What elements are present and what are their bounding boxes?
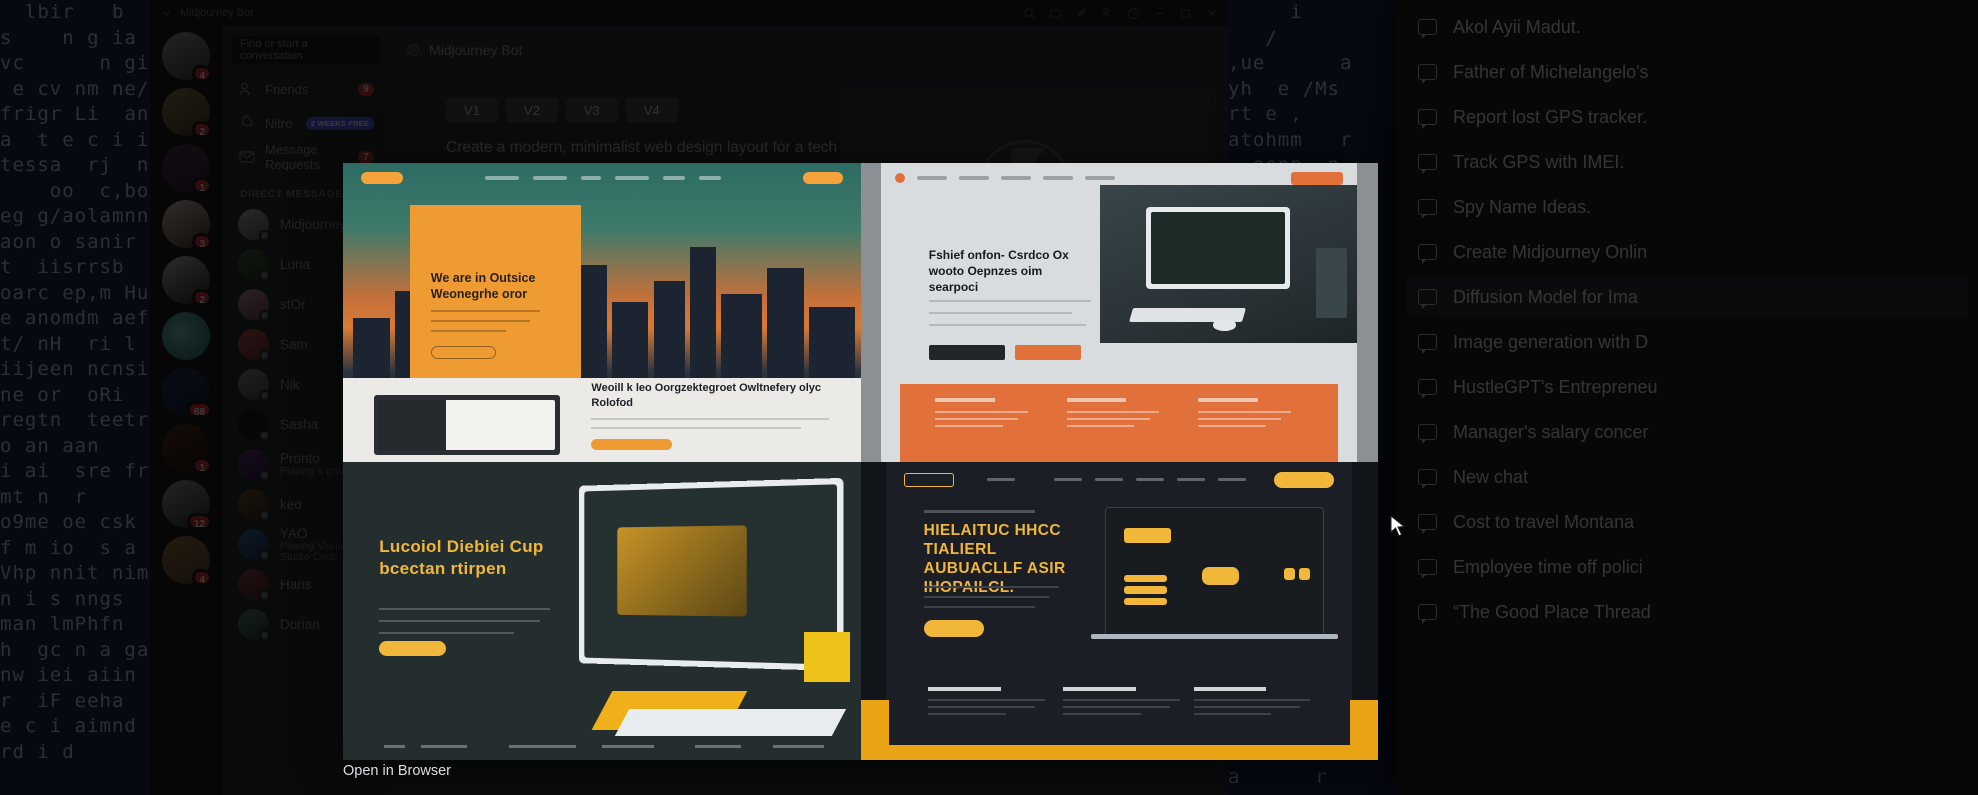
nav-link (1218, 477, 1247, 482)
nav-link (987, 477, 1016, 482)
lower-section: Weoill k leo Oorgzektegroet Owltnefery o… (343, 377, 861, 462)
hero-headline: Lucoiol Diebiei Cup bcectan rtirpen (379, 537, 544, 579)
feature-column (1193, 686, 1315, 720)
nav-link (662, 176, 685, 180)
hero-cta-button[interactable] (430, 345, 496, 359)
nav-link (959, 176, 990, 180)
nav-link (1095, 477, 1124, 482)
logo-icon (895, 173, 906, 183)
laptop-mockup (1105, 506, 1325, 638)
mouse-shape (1213, 319, 1237, 331)
mock-navbar (343, 171, 861, 185)
nav-cta-button[interactable] (1291, 171, 1344, 185)
lower-cta-button[interactable] (591, 438, 673, 450)
monitor-mockup (374, 394, 561, 455)
feature-column (928, 686, 1049, 720)
nav-link (1001, 176, 1032, 180)
accent-band-bottom (860, 745, 1378, 760)
nav-link (917, 176, 948, 180)
eyebrow-rule (923, 509, 1036, 513)
image-preview-grid[interactable]: We are in Outsice Weonegrhe oror Weoill … (343, 163, 1378, 760)
nav-link (1085, 176, 1116, 180)
hero-headline: Fshief onfon- Csrdco Ox wooto Oepnzes oi… (928, 247, 1069, 294)
feature-column (1063, 686, 1184, 720)
hero-headline: We are in Outsice Weonegrhe oror (430, 270, 536, 301)
nav-link (484, 176, 519, 180)
mouse-cursor (1390, 514, 1407, 544)
quad-top-left[interactable]: We are in Outsice Weonegrhe oror Weoill … (343, 163, 861, 462)
workstation-photo (1100, 185, 1358, 344)
logo-icon (361, 172, 403, 184)
accent-band-right (1349, 700, 1378, 749)
open-in-browser-link[interactable]: Open in Browser (343, 763, 451, 779)
nav-link (1043, 176, 1074, 180)
laptop-base (1091, 634, 1339, 640)
quad-top-right[interactable]: Fshief onfon- Csrdco Ox wooto Oepnzes oi… (860, 163, 1378, 462)
nav-cta-button[interactable] (1274, 471, 1335, 488)
quad-bottom-right[interactable]: HIELAITUC HHCC TIALIERL AUBUACLLF ASIR I… (860, 461, 1378, 760)
tower-shape (1316, 248, 1348, 318)
keyboard-shape (615, 709, 847, 737)
hero-cta-button[interactable] (923, 620, 985, 638)
nav-link (698, 176, 721, 180)
chip-graphic (617, 525, 747, 617)
hero-cta-primary[interactable] (1014, 345, 1082, 361)
mock-navbar (886, 471, 1352, 488)
nav-cta-button[interactable] (802, 172, 843, 184)
footer-rules (343, 745, 861, 749)
lower-headline: Weoill k leo Oorgzektegroet Owltnefery o… (591, 381, 822, 409)
nav-link (532, 176, 567, 180)
quad-bottom-left[interactable]: Lucoiol Diebiei Cup bcectan rtirpen (343, 461, 861, 760)
box-shape (803, 631, 851, 683)
nav-link (1136, 477, 1165, 482)
hero-cta-button[interactable] (379, 640, 447, 656)
mock-navbar (881, 171, 1357, 185)
lower-text-block: Weoill k leo Oorgzektegroet Owltnefery o… (591, 381, 830, 450)
nav-link (1054, 477, 1083, 482)
hero-card: We are in Outsice Weonegrhe oror (410, 204, 582, 378)
nav-link (1177, 477, 1206, 482)
nav-link (580, 176, 601, 180)
hero-cta-secondary[interactable] (928, 345, 1005, 361)
nav-link (614, 176, 649, 180)
logo-icon (904, 472, 955, 487)
accent-band-left (860, 700, 889, 749)
feature-band (900, 383, 1339, 462)
